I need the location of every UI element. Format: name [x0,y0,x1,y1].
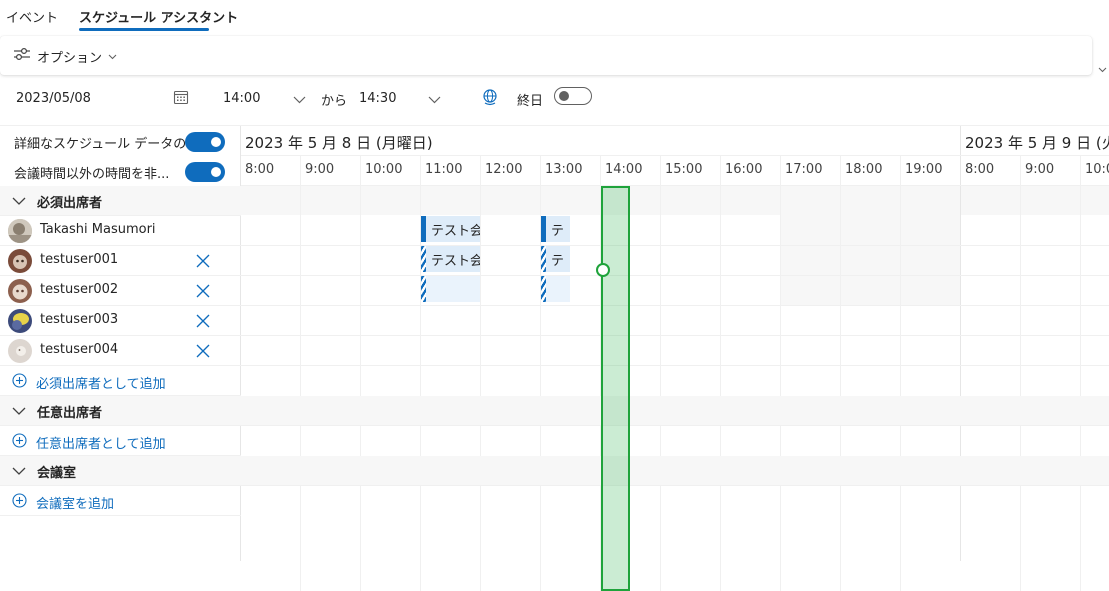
add-required-attendee-button[interactable]: 必須出席者として追加 [12,373,166,392]
timezone-globe-icon[interactable] [481,88,499,110]
header-divider [241,185,1109,186]
options-label: オプション [37,50,103,66]
detailed-schedule-label: 詳細なスケジュール データの... [14,137,199,152]
date-picker-input[interactable]: 2023/05/08 [16,91,91,106]
required-attendees-title: 必須出席者 [37,196,103,211]
chevron-down-icon [12,405,26,420]
remove-attendee-close-icon[interactable] [196,254,210,272]
hour-label: 14:00 [605,162,643,177]
attendee-row: testuser003 [0,306,1109,336]
hour-label: 17:00 [785,162,823,177]
add-room-label: 会議室を追加 [36,497,115,512]
hide-non-meeting-hours-label: 会議時間以外の時間を非... [14,167,170,182]
hour-label: 18:00 [845,162,883,177]
tentative-block[interactable]: テ [541,246,570,272]
add-required-attendee-label: 必須出席者として追加 [36,377,166,392]
day-header: 2023 年 5 月 9 日 (火 [965,134,1109,152]
add-required-attendee-row: 必須出席者として追加 [0,366,241,396]
detailed-schedule-toggle[interactable] [185,132,225,152]
busy-block[interactable]: テ [541,216,570,242]
attendee-name: testuser004 [40,342,119,357]
remove-attendee-close-icon[interactable] [196,344,210,362]
options-button[interactable]: オプション [13,46,117,66]
chevron-down-icon [12,465,26,480]
optional-attendees-title: 任意出席者 [37,406,103,421]
time-range-separator: から [321,94,348,109]
options-sliders-icon [13,47,31,65]
hour-label: 10:00 [1085,162,1109,177]
attendee-name: testuser001 [40,252,119,267]
remove-attendee-close-icon[interactable] [196,314,210,332]
hour-label: 19:00 [905,162,943,177]
selected-meeting-slot[interactable] [601,186,630,591]
header-divider [241,155,1109,156]
attendee-row: testuser004 [0,336,1109,366]
hour-label: 10:00 [365,162,403,177]
tentative-block[interactable]: テスト会 [421,246,480,272]
hide-non-meeting-hours-toggle[interactable] [185,162,225,182]
hour-label: 15:00 [665,162,703,177]
add-circle-icon [12,433,27,452]
rooms-title: 会議室 [37,466,77,481]
all-day-toggle[interactable] [554,87,592,105]
hour-label: 9:00 [305,162,335,177]
start-time-chevron-icon[interactable] [293,93,306,108]
slot-drag-handle[interactable] [596,263,610,277]
hour-label: 8:00 [245,162,275,177]
chevron-down-icon [12,195,26,210]
attendee-name: testuser002 [40,282,119,297]
add-circle-icon [12,493,27,512]
remove-attendee-close-icon[interactable] [196,284,210,302]
required-attendees-section-header[interactable]: 必須出席者 [0,186,241,216]
hour-label: 11:00 [425,162,463,177]
add-optional-attendee-button[interactable]: 任意出席者として追加 [12,433,166,452]
chevron-down-icon [108,49,117,64]
tentative-block[interactable] [421,276,480,302]
detailed-schedule-setting: 詳細なスケジュール データの... [0,126,240,156]
add-room-button[interactable]: 会議室を追加 [12,493,114,512]
avatar [8,249,32,273]
rooms-section-header[interactable]: 会議室 [0,456,1109,486]
toolbar-overflow-chevron-icon[interactable] [1098,62,1107,77]
tentative-block[interactable] [541,276,570,302]
section-band [241,186,1109,215]
tab-event[interactable]: イベント [6,7,58,26]
day-header: 2023 年 5 月 8 日 (月曜日) [245,134,433,152]
hide-non-meeting-hours-setting: 会議時間以外の時間を非... [0,156,240,186]
options-toolbar: オプション [0,36,1092,75]
hour-label: 13:00 [545,162,583,177]
optional-attendees-section-header[interactable]: 任意出席者 [0,396,1109,426]
add-optional-attendee-label: 任意出席者として追加 [36,437,166,452]
all-day-label: 終日 [517,94,544,109]
end-time-select[interactable]: 14:30 [359,91,396,106]
toggle-knob [559,91,569,101]
end-time-chevron-icon[interactable] [428,93,441,108]
toggle-knob [211,137,221,147]
add-circle-icon [12,373,27,392]
hour-label: 9:00 [1025,162,1055,177]
attendee-name: testuser003 [40,312,119,327]
calendar-icon[interactable] [173,89,189,109]
avatar [8,279,32,303]
hour-label: 12:00 [485,162,523,177]
toggle-knob [211,167,221,177]
avatar [8,219,32,243]
busy-block[interactable]: テスト会 [421,216,480,242]
add-room-row: 会議室を追加 [0,486,241,516]
start-time-select[interactable]: 14:00 [223,91,260,106]
avatar [8,339,32,363]
active-tab-indicator [79,28,209,31]
hour-label: 16:00 [725,162,763,177]
avatar [8,309,32,333]
add-optional-attendee-row: 任意出席者として追加 [0,426,241,456]
hour-label: 8:00 [965,162,995,177]
attendee-name: Takashi Masumori [40,222,156,237]
tab-bar: イベント スケジュール アシスタント [0,0,1109,36]
tab-scheduling-assistant[interactable]: スケジュール アシスタント [79,7,238,26]
